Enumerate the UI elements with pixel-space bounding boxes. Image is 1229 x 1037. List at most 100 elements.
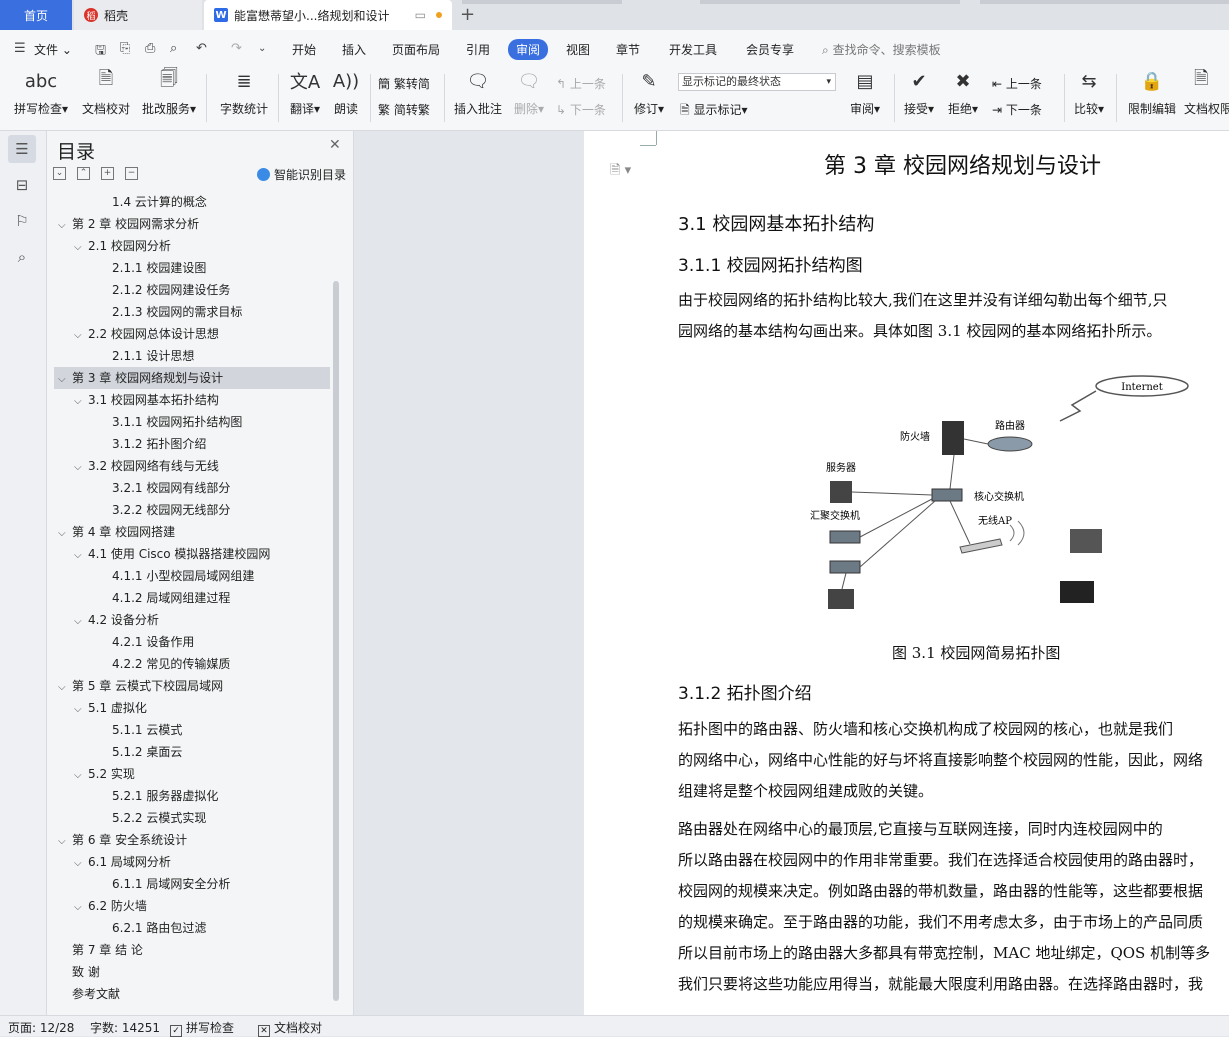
quick-access-more-icon[interactable]: ⌄ [258, 43, 266, 54]
tab-daoke[interactable]: 稻 稻壳 [74, 0, 202, 30]
toc-item[interactable]: 参考文献 [54, 983, 330, 1005]
chevron-down-icon[interactable]: ⌵ [74, 611, 88, 633]
markup-state-select[interactable]: 显示标记的最终状态 ▾ [678, 73, 836, 91]
add-heading-icon[interactable]: + [101, 167, 114, 180]
toc-item[interactable]: ⌵ 5.1 虚拟化 [54, 697, 330, 719]
toc-item[interactable]: 2.1.3 校园网的需求目标 [54, 301, 330, 323]
menu-view[interactable]: 视图 [566, 41, 590, 58]
toc-item[interactable]: 1.4 云计算的概念 [54, 191, 330, 213]
word-count-button[interactable]: ≣ 字数统计 [218, 66, 270, 117]
menu-references[interactable]: 引用 [466, 41, 490, 58]
bookmark-icon[interactable]: ⚐ [8, 207, 36, 235]
chevron-down-icon[interactable]: ⌵ [58, 677, 72, 699]
insert-comment-button[interactable]: 🗨 插入批注 [452, 66, 504, 117]
menu-member[interactable]: 会员专享 [746, 41, 794, 58]
expand-all-icon[interactable]: ⌄ [53, 167, 66, 180]
toc-item[interactable]: ⌵ 2.1 校园网分析 [54, 235, 330, 257]
toc-item[interactable]: ⌵ 2.2 校园网总体设计思想 [54, 323, 330, 345]
toc-item[interactable]: 4.1.2 局域网组建过程 [54, 587, 330, 609]
accept-button[interactable]: ✔ 接受▾ [900, 66, 938, 117]
next-change-button[interactable]: ⇥ 下一条 [992, 101, 1042, 118]
toc-item[interactable]: ⌵ 第 6 章 安全系统设计 [54, 829, 330, 851]
menu-review[interactable]: 审阅 [508, 39, 549, 60]
paragraph-menu-icon[interactable]: 🗎 ▾ [610, 161, 631, 183]
toc-item[interactable]: 3.1.2 拓扑图介绍 [54, 433, 330, 455]
word-count-indicator[interactable]: 字数: 14251 [90, 1019, 160, 1036]
toc-item[interactable]: 4.2.2 常见的传输媒质 [54, 653, 330, 675]
menu-file[interactable]: 文件 ⌄ [34, 41, 72, 58]
compare-button[interactable]: ⇆ 比较▾ [1070, 66, 1108, 117]
restrict-edit-button[interactable]: 🔒 限制编辑 [1124, 66, 1180, 117]
remove-heading-icon[interactable]: − [125, 167, 138, 180]
toc-item[interactable]: 5.1.2 桌面云 [54, 741, 330, 763]
save-icon[interactable]: 🖫 [95, 41, 106, 63]
monitor-icon[interactable]: ▭ [415, 8, 426, 22]
prev-change-button[interactable]: ⇤ 上一条 [992, 75, 1042, 92]
chevron-down-icon[interactable]: ⌵ [74, 699, 88, 721]
chevron-down-icon[interactable]: ⌵ [58, 523, 72, 545]
read-aloud-button[interactable]: A)) 朗读 [330, 66, 362, 117]
toc-item[interactable]: 3.1.1 校园网拓扑结构图 [54, 411, 330, 433]
toc-item[interactable]: ⌵ 6.1 局域网分析 [54, 851, 330, 873]
toc-item[interactable]: 5.2.2 云模式实现 [54, 807, 330, 829]
track-changes-button[interactable]: ✎ 修订▾ [630, 66, 668, 117]
delete-comment-button[interactable]: 🗨 删除▾ [510, 66, 548, 117]
chevron-down-icon[interactable]: ⌵ [74, 545, 88, 567]
redo-icon[interactable]: ↷ [231, 41, 242, 56]
status-spell-check[interactable]: ✓ 拼写检查 [170, 1019, 234, 1037]
toc-item[interactable]: ⌵ 第 5 章 云模式下校园局域网 [54, 675, 330, 697]
chevron-down-icon[interactable]: ⌵ [58, 831, 72, 853]
doc-permission-button[interactable]: 🗎 文档权限 [1184, 66, 1229, 117]
close-icon[interactable]: ✕ [329, 137, 341, 153]
toc-item[interactable]: ⌵ 第 3 章 校园网络规划与设计 [54, 367, 330, 389]
chevron-down-icon[interactable]: ⌵ [74, 897, 88, 919]
chevron-down-icon[interactable]: ⌵ [74, 325, 88, 347]
toc-item[interactable]: 2.1.1 设计思想 [54, 345, 330, 367]
search-icon[interactable]: ⌕ [8, 243, 36, 271]
show-markup-button[interactable]: 🗎 显示标记▾ [680, 101, 748, 122]
chevron-down-icon[interactable]: ⌵ [74, 457, 88, 479]
new-tab-button[interactable]: + [460, 4, 475, 25]
print-preview-icon[interactable]: ⌕ [170, 41, 177, 56]
trad-to-simp-button[interactable]: 簡 繁转简 [378, 75, 430, 92]
simp-to-trad-button[interactable]: 繁 简转繁 [378, 101, 430, 118]
chevron-down-icon[interactable]: ⌵ [74, 391, 88, 413]
toc-item[interactable]: 6.2.1 路由包过滤 [54, 917, 330, 939]
revise-service-button[interactable]: 🗐 批改服务▾ [140, 66, 198, 117]
undo-icon[interactable]: ↶ [196, 41, 207, 56]
toc-item[interactable]: ⌵ 6.2 防火墙 [54, 895, 330, 917]
hamburger-icon[interactable]: ☰ [14, 41, 26, 56]
toc-item[interactable]: 4.2.1 设备作用 [54, 631, 330, 653]
doc-check-button[interactable]: 🗎 文档校对 [80, 66, 132, 117]
toc-item[interactable]: 3.2.1 校园网有线部分 [54, 477, 330, 499]
chevron-down-icon[interactable]: ⌵ [74, 853, 88, 875]
toc-item[interactable]: 2.1.2 校园网建设任务 [54, 279, 330, 301]
chevron-down-icon[interactable]: ⌵ [74, 765, 88, 787]
toc-item[interactable]: 6.1.1 局域网安全分析 [54, 873, 330, 895]
outline-icon[interactable]: ⊟ [8, 171, 36, 199]
command-search[interactable]: ⌕ 查找命令、搜索模板 [822, 41, 941, 58]
chevron-down-icon[interactable]: ⌵ [58, 215, 72, 237]
page-indicator[interactable]: 页面: 12/28 [8, 1019, 74, 1036]
collapse-all-icon[interactable]: ⌃ [77, 167, 90, 180]
tab-home[interactable]: 首页 [0, 0, 72, 30]
toc-item[interactable]: ⌵ 4.1 使用 Cisco 模拟器搭建校园网 [54, 543, 330, 565]
tab-document[interactable]: W 能富懋蒂望小...络规划和设计 ▭ [204, 0, 452, 30]
menu-insert[interactable]: 插入 [342, 41, 366, 58]
next-comment-button[interactable]: ↳ 下一条 [556, 101, 606, 118]
menu-layout[interactable]: 页面布局 [392, 41, 440, 58]
chevron-down-icon[interactable]: ⌵ [74, 237, 88, 259]
toc-scrollbar[interactable] [333, 281, 339, 1001]
toc-item[interactable]: 2.1.1 校园建设图 [54, 257, 330, 279]
chevron-down-icon[interactable]: ⌵ [58, 369, 72, 391]
status-doc-check[interactable]: ✕ 文档校对 [258, 1019, 322, 1037]
menu-start[interactable]: 开始 [292, 41, 316, 58]
review-pane-button[interactable]: ▤ 审阅▾ [846, 66, 884, 117]
toc-item[interactable]: 第 7 章 结 论 [54, 939, 330, 961]
toc-item[interactable]: ⌵ 4.2 设备分析 [54, 609, 330, 631]
toc-item[interactable]: ⌵ 3.1 校园网基本拓扑结构 [54, 389, 330, 411]
prev-comment-button[interactable]: ↰ 上一条 [556, 75, 606, 92]
toc-item[interactable]: 3.2.2 校园网无线部分 [54, 499, 330, 521]
reject-button[interactable]: ✖ 拒绝▾ [944, 66, 982, 117]
document-page[interactable]: 🗎 ▾ 第 3 章 校园网络规划与设计 3.1 校园网基本拓扑结构 3.1.1 … [584, 131, 1229, 1015]
